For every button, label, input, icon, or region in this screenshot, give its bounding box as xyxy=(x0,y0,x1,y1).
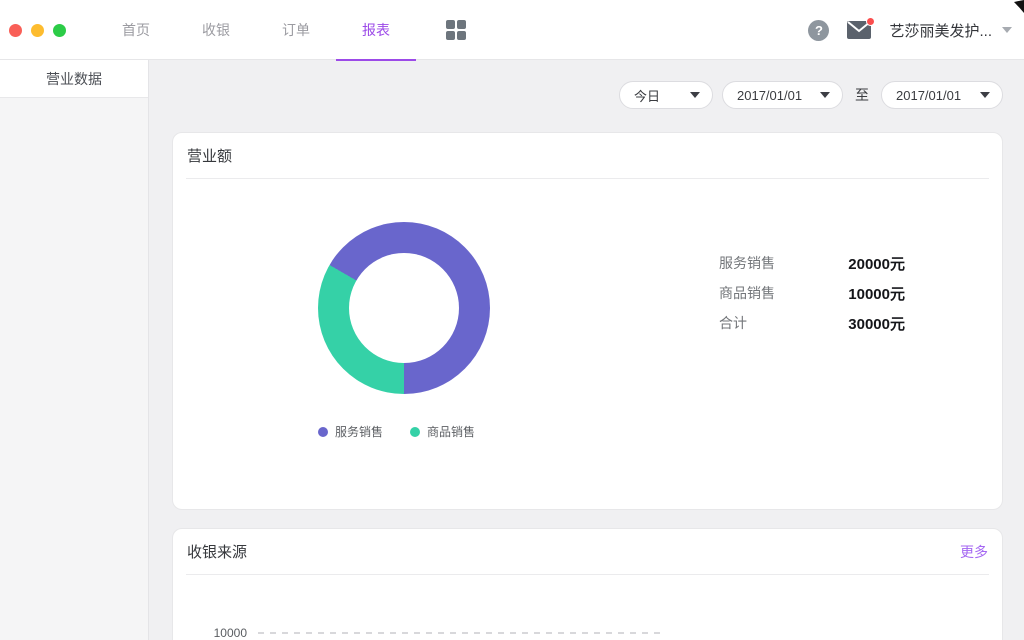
legend-dot xyxy=(410,427,420,437)
stat-label: 商品销售 xyxy=(719,283,775,303)
account-menu[interactable]: 艺莎丽美发护... xyxy=(889,20,1012,41)
stat-row-total: 合计 30000元 xyxy=(719,308,905,338)
caret-down-icon xyxy=(820,92,830,98)
main-nav: 首页 收银 订单 报表 xyxy=(96,0,496,60)
apps-grid-icon[interactable] xyxy=(416,0,496,60)
legend-label: 商品销售 xyxy=(427,423,475,440)
donut-legend: 服务销售 商品销售 xyxy=(318,423,475,440)
chart-axis-row: 10000 xyxy=(211,626,661,640)
sidebar: 营业数据 xyxy=(0,60,149,640)
dashed-gridline xyxy=(258,632,661,634)
caret-down-icon xyxy=(980,92,990,98)
help-icon[interactable] xyxy=(808,20,829,41)
tab-reports[interactable]: 报表 xyxy=(336,0,416,60)
close-window-button[interactable] xyxy=(9,24,22,37)
legend-item-products: 商品销售 xyxy=(410,423,475,440)
legend-label: 服务销售 xyxy=(335,423,383,440)
date-range-separator: 至 xyxy=(855,85,869,105)
tab-orders[interactable]: 订单 xyxy=(256,0,336,60)
main-content: 今日 2017/01/01 至 2017/01/01 营业额 xyxy=(149,60,1024,640)
revenue-card-title: 营业额 xyxy=(187,145,232,166)
date-to-value: 2017/01/01 xyxy=(896,88,961,103)
caret-down-icon xyxy=(690,92,700,98)
navbar: 首页 收银 订单 报表 艺莎丽美发护... xyxy=(0,0,1024,60)
stat-row-products: 商品销售 10000元 xyxy=(719,278,905,308)
range-preset-value: 今日 xyxy=(634,86,660,105)
tab-home[interactable]: 首页 xyxy=(96,0,176,60)
tab-reports-label: 报表 xyxy=(362,20,390,40)
zoom-window-button[interactable] xyxy=(53,24,66,37)
date-filter-row: 今日 2017/01/01 至 2017/01/01 xyxy=(172,81,1003,109)
date-to-select[interactable]: 2017/01/01 xyxy=(881,81,1003,109)
stat-row-services: 服务销售 20000元 xyxy=(719,248,905,278)
date-from-value: 2017/01/01 xyxy=(737,88,802,103)
stat-label: 服务销售 xyxy=(719,253,775,273)
cursor-artifact xyxy=(1014,0,1024,13)
legend-item-services: 服务销售 xyxy=(318,423,383,440)
stat-label: 合计 xyxy=(719,313,747,333)
cashier-card-header: 收银来源 更多 xyxy=(186,529,989,575)
date-from-select[interactable]: 2017/01/01 xyxy=(722,81,843,109)
minimize-window-button[interactable] xyxy=(31,24,44,37)
sidebar-item-business-data[interactable]: 营业数据 xyxy=(0,60,148,98)
donut-chart xyxy=(318,222,490,394)
stat-value: 20000元 xyxy=(848,253,905,274)
revenue-card-header: 营业额 xyxy=(186,133,989,179)
range-preset-select[interactable]: 今日 xyxy=(619,81,713,109)
more-link[interactable]: 更多 xyxy=(960,542,988,562)
revenue-card: 营业额 服务销售 商品销售 服务销售 20000元 xyxy=(172,132,1003,510)
y-axis-tick-label: 10000 xyxy=(211,626,247,640)
notification-badge xyxy=(866,17,875,26)
legend-dot xyxy=(318,427,328,437)
donut-hole xyxy=(349,253,459,363)
grid-glyph xyxy=(446,20,466,40)
navbar-right: 艺莎丽美发护... xyxy=(808,0,1012,60)
active-tab-indicator xyxy=(336,59,416,61)
app-window: 首页 收银 订单 报表 艺莎丽美发护... xyxy=(0,0,1024,640)
account-name: 艺莎丽美发护... xyxy=(889,20,992,41)
stat-value: 30000元 xyxy=(848,313,905,334)
cashier-card-title: 收银来源 xyxy=(187,541,247,562)
cashier-source-card: 收银来源 更多 10000 xyxy=(172,528,1003,640)
tab-cashier[interactable]: 收银 xyxy=(176,0,256,60)
mail-icon[interactable] xyxy=(847,21,871,39)
window-controls xyxy=(9,24,66,37)
chevron-down-icon xyxy=(1002,27,1012,33)
revenue-stats: 服务销售 20000元 商品销售 10000元 合计 30000元 xyxy=(719,248,905,338)
stat-value: 10000元 xyxy=(848,283,905,304)
